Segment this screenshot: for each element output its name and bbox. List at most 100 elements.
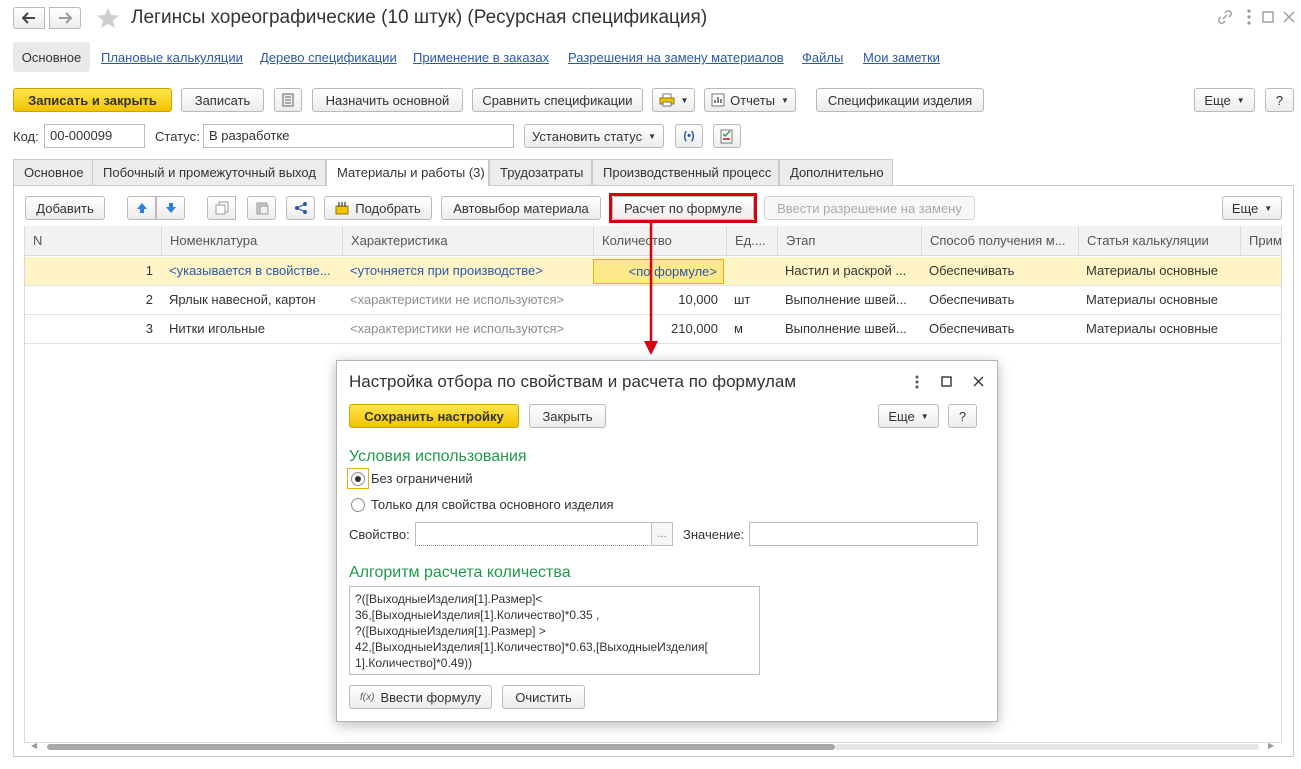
more-vertical-icon[interactable] [914, 374, 920, 390]
arrow-right-icon [59, 12, 72, 24]
print-menu-button[interactable]: ▼ [652, 88, 695, 112]
tab-additional[interactable]: Дополнительно [779, 159, 893, 185]
chevron-down-icon: ▼ [781, 95, 789, 105]
radio-no-limits-label[interactable]: Без ограничений [371, 471, 473, 486]
chevron-down-icon: ▼ [1264, 203, 1273, 213]
tab-byproducts[interactable]: Побочный и промежуточный выход [92, 159, 326, 185]
set-main-button[interactable]: Назначить основной [312, 88, 463, 112]
save-button[interactable]: Записать [181, 88, 264, 112]
code-field[interactable]: 00-000099 [44, 124, 145, 148]
back-button[interactable] [13, 7, 45, 29]
star-icon[interactable] [96, 7, 120, 29]
dialog-close-button[interactable]: Закрыть [529, 404, 606, 428]
function-icon: f(x) [360, 691, 375, 703]
annotation-arrow [644, 223, 658, 355]
nav-link-planned-calculations[interactable]: Плановые калькуляции [101, 50, 243, 65]
copy-icon [215, 201, 228, 215]
status-label: Статус: [155, 129, 200, 144]
report-icon [711, 93, 725, 107]
move-up-button[interactable] [127, 196, 156, 220]
property-field[interactable] [415, 522, 652, 546]
scrollbar-track [835, 744, 1259, 750]
share-icon [294, 202, 307, 214]
save-and-close-button[interactable]: Записать и закрыть [13, 88, 172, 112]
col-cost-item[interactable]: Статья калькуляции [1078, 226, 1240, 256]
more-button[interactable]: Еще ▼ [1194, 88, 1255, 112]
maximize-icon[interactable] [941, 376, 952, 387]
nav-link-my-notes[interactable]: Мои заметки [863, 50, 940, 65]
auto-material-button[interactable]: Автовыбор материала [441, 196, 601, 220]
broadcast-icon: (•) [683, 130, 695, 142]
scroll-left-icon[interactable]: ◀ [31, 741, 37, 750]
close-icon[interactable] [973, 376, 984, 387]
close-icon[interactable] [1283, 11, 1295, 23]
copy-button[interactable] [207, 196, 236, 220]
arrow-down-icon [165, 203, 176, 213]
formula-textarea[interactable]: ?([ВыходныеИзделия[1].Размер]< 36,[Выход… [349, 586, 760, 675]
scrollbar-thumb[interactable] [47, 744, 835, 750]
document-list-button[interactable] [274, 88, 302, 112]
property-select-button[interactable]: ... [651, 522, 673, 546]
clear-button[interactable]: Очистить [502, 685, 585, 709]
dialog-more-button[interactable]: Еще ▼ [878, 404, 939, 428]
col-stage[interactable]: Этап [777, 226, 921, 256]
printer-icon [659, 93, 675, 107]
help-button[interactable]: ? [1265, 88, 1294, 112]
algorithm-section-title: Алгоритм расчета количества [349, 564, 571, 581]
nav-link-files[interactable]: Файлы [802, 50, 843, 65]
paste-icon [256, 202, 268, 215]
reports-button[interactable]: Отчеты ▼ [704, 88, 796, 112]
checklist-button[interactable] [713, 124, 741, 148]
move-down-button[interactable] [156, 196, 185, 220]
arrow-left-icon [22, 12, 35, 24]
checklist-icon [720, 129, 733, 143]
grid-more-button[interactable]: Еще ▼ [1222, 196, 1282, 220]
chevron-down-icon: ▼ [1236, 95, 1245, 105]
col-note[interactable]: Приме [1240, 226, 1281, 256]
value-field[interactable] [749, 522, 978, 546]
radio-main-only-label[interactable]: Только для свойства основного изделия [371, 497, 614, 512]
paste-button[interactable] [247, 196, 276, 220]
tab-labor[interactable]: Трудозатраты [489, 159, 592, 185]
radio-main-only[interactable] [351, 498, 365, 512]
code-label: Код: [13, 129, 39, 144]
conditions-section-title: Условия использования [349, 448, 527, 465]
link-icon[interactable] [1216, 8, 1234, 26]
col-n[interactable]: N [25, 226, 161, 256]
add-button[interactable]: Добавить [25, 196, 105, 220]
enter-permission-button[interactable]: Ввести разрешение на замену [764, 196, 975, 220]
compare-specs-button[interactable]: Сравнить спецификации [472, 88, 643, 112]
col-characteristic[interactable]: Характеристика [342, 226, 593, 256]
tab-materials-and-works[interactable]: Материалы и работы (3) [326, 159, 489, 186]
pick-button[interactable]: Подобрать [324, 196, 432, 220]
nav-link-usage-in-orders[interactable]: Применение в заказах [413, 50, 549, 65]
col-supply-method[interactable]: Способ получения м... [921, 226, 1078, 256]
share-button[interactable] [286, 196, 315, 220]
col-nomenclature[interactable]: Номенклатура [161, 226, 342, 256]
status-field[interactable]: В разработке [203, 124, 514, 148]
forward-button[interactable] [49, 7, 81, 29]
maximize-icon[interactable] [1262, 11, 1274, 23]
dialog-help-button[interactable]: ? [948, 404, 977, 428]
nav-main-active[interactable]: Основное [13, 42, 90, 72]
formula-settings-dialog: Настройка отбора по свойствам и расчета … [336, 360, 998, 722]
col-unit[interactable]: Ед.... [726, 226, 777, 256]
set-status-button[interactable]: Установить статус ▼ [524, 124, 664, 148]
chevron-down-icon: ▼ [680, 95, 689, 105]
enter-formula-button[interactable]: f(x) Ввести формулу [349, 685, 492, 709]
horizontal-scrollbar[interactable]: ◀ ▶ [25, 741, 1281, 753]
product-specs-button[interactable]: Спецификации изделия [816, 88, 984, 112]
tab-main[interactable]: Основное [13, 159, 93, 185]
scroll-right-icon[interactable]: ▶ [1268, 741, 1274, 750]
radio-no-limits[interactable] [351, 472, 365, 486]
save-settings-button[interactable]: Сохранить настройку [349, 404, 519, 428]
signal-button[interactable]: (•) [675, 124, 703, 148]
tab-production-process[interactable]: Производственный процесс [592, 159, 779, 185]
formula-calc-highlight [609, 193, 757, 223]
pick-icon [335, 202, 349, 215]
property-label: Свойство: [349, 527, 410, 542]
nav-link-material-permissions[interactable]: Разрешения на замену материалов [568, 50, 784, 65]
more-vertical-icon[interactable] [1246, 8, 1252, 26]
chevron-down-icon: ▼ [648, 131, 656, 141]
nav-link-spec-tree[interactable]: Дерево спецификации [260, 50, 397, 65]
